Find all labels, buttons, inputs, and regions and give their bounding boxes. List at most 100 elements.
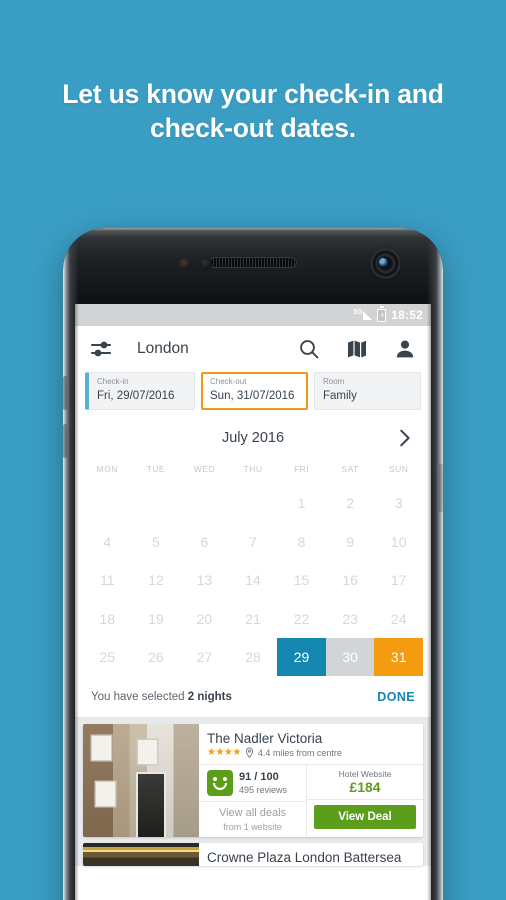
calendar-day-21[interactable]: 21	[229, 599, 278, 638]
checkout-label: Check-out	[210, 377, 247, 386]
calendar-day-2[interactable]: 2	[326, 484, 375, 523]
room-label: Room	[323, 377, 345, 386]
calendar-weekday: FRI	[293, 463, 310, 474]
selection-nights: 2 nights	[187, 690, 232, 703]
hotel-name: Crowne Plaza London Battersea	[207, 849, 402, 865]
app-bar-title: London	[137, 340, 189, 357]
deal-button-wrap: View Deal	[307, 800, 423, 837]
app-bar: London	[75, 326, 431, 372]
search-icon[interactable]	[297, 337, 321, 361]
search-fields-row: Check-in Fri, 29/07/2016 Check-out Sun, …	[75, 372, 431, 418]
location-pin-icon	[245, 747, 254, 759]
view-all-deals-sublabel: from 1 website	[223, 821, 282, 832]
calendar-header: July 2016	[83, 418, 423, 458]
room-value: Family	[323, 389, 357, 402]
selection-bar: You have selected 2 nights DONE	[75, 676, 431, 719]
volume-up-button[interactable]	[63, 376, 67, 410]
calendar-day-30[interactable]: 30	[325, 637, 375, 677]
hotel-detail-row: 91 / 100 495 reviews View all deals from…	[199, 765, 423, 837]
light-sensor-icon	[179, 258, 191, 270]
checkin-label: Check-in	[97, 377, 129, 386]
calendar-day-26[interactable]: 26	[132, 638, 181, 677]
smiley-face-icon	[207, 770, 233, 797]
calendar-day-18[interactable]: 18	[83, 599, 132, 638]
calendar-weekday: WED	[193, 463, 216, 474]
page-title: Let us know your check-in and check-out …	[0, 78, 506, 146]
calendar-day-9[interactable]: 9	[326, 522, 375, 561]
calendar-weekday: TUE	[146, 463, 166, 474]
hotel-card[interactable]: The Nadler Victoria ★★★★ 4.4 miles from …	[83, 724, 423, 837]
calendar-day-1[interactable]: 1	[277, 484, 326, 523]
done-button[interactable]: DONE	[377, 690, 415, 704]
calendar-day-5[interactable]: 5	[132, 522, 181, 561]
room-field[interactable]: Room Family	[314, 372, 421, 410]
checkin-field[interactable]: Check-in Fri, 29/07/2016	[85, 372, 195, 410]
calendar-day-4[interactable]: 4	[83, 522, 132, 561]
hotel-score-column: 91 / 100 495 reviews View all deals from…	[199, 765, 307, 837]
calendar-day-11[interactable]: 11	[83, 561, 132, 600]
hotel-name: The Nadler Victoria	[207, 731, 323, 747]
calendar-day-19[interactable]: 19	[132, 599, 181, 638]
calendar-day-17[interactable]: 17	[374, 561, 423, 600]
calendar-day-13[interactable]: 13	[180, 561, 229, 600]
page-title-line-2: check-out dates.	[150, 112, 356, 143]
calendar-day-15[interactable]: 15	[277, 561, 326, 600]
hotel-card[interactable]: Crowne Plaza London Battersea	[83, 842, 423, 866]
account-person-icon[interactable]	[393, 337, 417, 361]
calendar-day-10[interactable]: 10	[374, 522, 423, 561]
calendar-day-24[interactable]: 24	[374, 599, 423, 638]
view-deal-button[interactable]: View Deal	[314, 805, 416, 830]
provider-block: Hotel Website £184	[307, 765, 423, 800]
calendar-day-3[interactable]: 3	[374, 484, 423, 523]
hotel-price: £184	[349, 779, 381, 796]
calendar-day-6[interactable]: 6	[180, 522, 229, 561]
hotel-distance: 4.4 miles from centre	[257, 747, 342, 758]
calendar-day-20[interactable]: 20	[180, 599, 229, 638]
calendar-day-16[interactable]: 16	[326, 561, 375, 600]
chevron-right-icon[interactable]	[393, 427, 415, 449]
provider-name: Hotel Website	[338, 769, 392, 780]
hotel-score-block: 91 / 100 495 reviews	[199, 765, 306, 803]
tune-filter-icon[interactable]	[89, 337, 113, 361]
earpiece-speaker-icon	[209, 257, 297, 268]
calendar-day-22[interactable]: 22	[277, 599, 326, 638]
calendar-day-29[interactable]: 29	[277, 637, 326, 677]
power-button[interactable]	[439, 464, 443, 512]
hotel-reviews: 495 reviews	[239, 784, 288, 795]
calendar-day-28[interactable]: 28	[229, 638, 278, 677]
calendar-weekday: MON	[96, 463, 118, 474]
view-all-deals-button[interactable]: View all deals from 1 website	[199, 802, 306, 836]
calendar: July 2016 MON TUE WED THU FRI SAT SUN 12345678…	[75, 417, 431, 677]
calendar-day-27[interactable]: 27	[180, 638, 229, 677]
status-time: 18:52	[391, 308, 423, 322]
hotel-meta-row: ★★★★ 4.4 miles from centre	[199, 747, 423, 766]
calendar-day-7[interactable]: 7	[229, 522, 278, 561]
hotel-score: 91 / 100	[239, 770, 279, 783]
calendar-weekday-row: MON TUE WED THU FRI SAT SUN	[83, 458, 423, 484]
calendar-day-8[interactable]: 8	[277, 522, 326, 561]
calendar-month-label: July 2016	[221, 429, 285, 446]
calendar-weekday: SUN	[388, 463, 409, 474]
calendar-day-23[interactable]: 23	[326, 599, 375, 638]
phone-screen: 3G 18:52 London Check-in Fri, 29/07/2016…	[75, 304, 431, 900]
checkin-value: Fri, 29/07/2016	[97, 389, 175, 402]
phone-mockup: 3G 18:52 London Check-in Fri, 29/07/2016…	[63, 228, 443, 900]
calendar-day-31[interactable]: 31	[374, 637, 423, 677]
selection-summary: You have selected 2 nights	[91, 691, 232, 703]
calendar-day-12[interactable]: 12	[132, 561, 181, 600]
iris-sensor-icon	[200, 258, 212, 270]
hotel-thumbnail	[83, 724, 199, 837]
star-rating: ★★★★	[207, 747, 241, 759]
hotel-thumbnail	[83, 842, 199, 866]
battery-charging-icon	[377, 306, 387, 322]
calendar-weekday: THU	[243, 463, 263, 474]
volume-down-button[interactable]	[63, 424, 67, 458]
results-list: The Nadler Victoria ★★★★ 4.4 miles from …	[75, 718, 431, 866]
map-icon[interactable]	[345, 337, 369, 361]
selection-prefix: You have selected	[91, 690, 188, 703]
calendar-day-25[interactable]: 25	[83, 638, 132, 677]
checkout-field[interactable]: Check-out Sun, 31/07/2016	[201, 372, 308, 410]
status-bar: 3G 18:52	[75, 304, 431, 326]
calendar-day-14[interactable]: 14	[229, 561, 278, 600]
proximity-sensor-icon	[157, 258, 167, 268]
